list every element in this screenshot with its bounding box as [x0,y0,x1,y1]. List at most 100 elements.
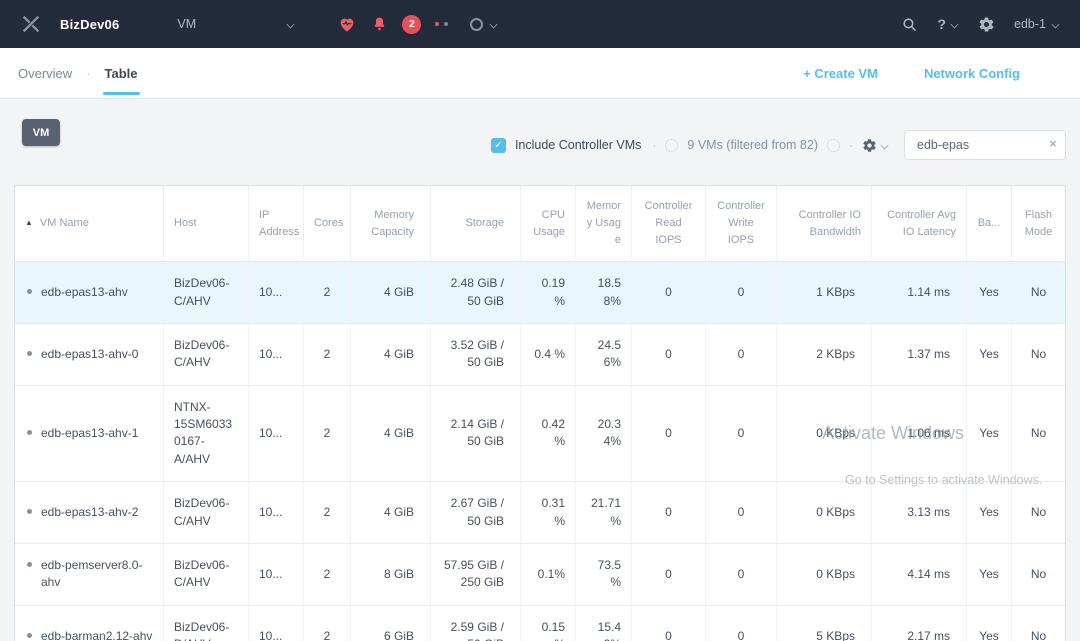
vm-name-cell: edb-epas13-ahv-2 [15,482,164,543]
column-header-memory-usage[interactable]: Memory Usage [576,186,632,261]
power-state-icon [27,562,32,567]
active-tab-underline [103,92,140,95]
cores-cell: 2 [304,324,351,385]
tab-overview[interactable]: Overview [18,48,72,98]
flash-mode-cell: No [1012,262,1065,323]
memory-capacity-cell: 4 GiB [351,482,431,543]
tab-table[interactable]: Table [105,48,138,98]
vm-search-input[interactable] [904,130,1066,160]
table-row[interactable]: edb-epas13-ahv-1 NTNX-15SM60330167-A/AHV… [15,386,1065,483]
entity-menu-dropdown[interactable]: VM [177,17,295,31]
separator-dot: · [652,138,656,152]
cluster-name[interactable]: BizDev06 [60,17,119,32]
flash-mode-cell: No [1012,482,1065,543]
alerts-bell-icon[interactable] [371,15,388,33]
vm-count-text: 9 VMs (filtered from 82) [687,138,818,152]
column-header-backup[interactable]: Ba... [967,186,1012,261]
column-header-cpu-usage[interactable]: CPU Usage [521,186,576,261]
controller-avg-io-latency-cell: 4.14 ms [872,544,967,605]
controller-write-iops-cell: 0 [706,262,777,323]
controller-read-iops-cell: 0 [632,482,706,543]
vm-name-cell: edb-pemserver8.0-ahv [15,544,164,605]
column-header-controller-io-bandwidth[interactable]: Controller IO Bandwidth [777,186,872,261]
controller-read-iops-cell: 0 [632,386,706,482]
table-row[interactable]: edb-pemserver8.0-ahv BizDev06-C/AHV 10..… [15,544,1065,606]
column-header-controller-avg-io-latency[interactable]: Controller Avg IO Latency [872,186,967,261]
storage-cell: 57.95 GiB / 250 GiB [431,544,521,605]
host-cell: BizDev06-C/AHV [164,544,249,605]
health-heart-icon[interactable] [337,15,357,34]
include-controller-vms-checkbox[interactable]: ✓ [491,138,506,153]
tasks-menu-dropdown[interactable] [470,18,498,31]
memory-usage-cell: 24.56% [576,324,632,385]
tab-table-label: Table [105,66,138,81]
table-row[interactable]: edb-epas13-ahv BizDev06-C/AHV 10... 2 4 … [15,262,1065,324]
cores-cell: 2 [304,606,351,641]
vm-entity-button[interactable]: VM [22,119,60,146]
tab-bar: Overview · Table + Create VM Network Con… [0,48,1080,99]
separator-dot: · [849,138,853,152]
vm-table: ▲ VM Name Host IP Address Cores Memory C… [14,185,1066,641]
include-controller-vms-label[interactable]: Include Controller VMs [515,138,641,152]
table-row[interactable]: edb-epas13-ahv-0 BizDev06-C/AHV 10... 2 … [15,324,1065,386]
controller-read-iops-cell: 0 [632,606,706,641]
ip-address-cell: 10... [249,544,304,605]
column-header-controller-read-iops[interactable]: Controller Read IOPS [632,186,706,261]
column-header-controller-write-iops[interactable]: Controller Write IOPS [706,186,777,261]
chevron-down-icon [1052,20,1060,28]
cpu-usage-cell: 0.42 % [521,386,576,482]
power-state-icon [27,351,32,356]
vm-name: edb-pemserver8.0-ahv [41,557,153,592]
chevron-down-icon [287,20,295,28]
controller-read-iops-cell: 0 [632,324,706,385]
vm-name-cell: edb-barman2.12-ahv [15,606,164,641]
controller-read-iops-cell: 0 [632,262,706,323]
table-row[interactable]: edb-barman2.12-ahv BizDev06-D/AHV 10... … [15,606,1065,641]
cores-cell: 2 [304,544,351,605]
table-settings-dropdown[interactable] [862,138,889,153]
user-menu-dropdown[interactable]: edb-1 [1014,17,1060,31]
column-header-ip-address[interactable]: IP Address [249,186,304,261]
column-header-vm-name[interactable]: ▲ VM Name [15,186,164,261]
flash-mode-cell: No [1012,324,1065,385]
create-vm-button[interactable]: + Create VM [803,66,878,81]
column-header-flash-mode[interactable]: Flash Mode [1012,186,1065,261]
cores-cell: 2 [304,386,351,482]
power-state-icon [27,289,32,294]
ip-address-cell: 10... [249,482,304,543]
column-header-cores[interactable]: Cores [304,186,351,261]
power-state-icon [27,430,32,435]
help-menu-dropdown[interactable]: ? [937,16,959,32]
memory-capacity-cell: 4 GiB [351,386,431,482]
clear-search-icon[interactable]: × [1049,136,1057,151]
entity-menu-label: VM [177,17,196,31]
flash-mode-cell: No [1012,544,1065,605]
table-row[interactable]: edb-epas13-ahv-2 BizDev06-C/AHV 10... 2 … [15,482,1065,544]
vm-name-cell: edb-epas13-ahv-1 [15,386,164,482]
controller-io-bandwidth-cell: 1 KBps [777,262,872,323]
nutanix-logo-icon[interactable] [20,13,42,35]
controller-io-bandwidth-cell: 5 KBps [777,606,872,641]
column-header-memory-capacity[interactable]: Memory Capacity [351,186,431,261]
search-icon[interactable] [901,16,918,33]
cpu-usage-cell: 0.19 % [521,262,576,323]
column-header-storage[interactable]: Storage [431,186,521,261]
navbar: BizDev06 VM 2 [0,0,1080,48]
vm-name: edb-epas13-ahv-0 [41,346,138,363]
controller-write-iops-cell: 0 [706,544,777,605]
backup-cell: Yes [967,482,1012,543]
alert-count-badge[interactable]: 2 [402,15,421,34]
vm-name: edb-epas13-ahv-1 [41,425,138,442]
column-header-host[interactable]: Host [164,186,249,261]
cores-cell: 2 [304,262,351,323]
flash-mode-cell: No [1012,606,1065,641]
host-cell: BizDev06-C/AHV [164,324,249,385]
toolbar: VM ✓ Include Controller VMs · 9 VMs (fil… [0,99,1080,185]
controller-io-bandwidth-cell: 2 KBps [777,324,872,385]
network-config-button[interactable]: Network Config [924,66,1020,81]
memory-usage-cell: 73.5 % [576,544,632,605]
host-cell: BizDev06-C/AHV [164,482,249,543]
settings-gear-icon[interactable] [978,16,995,33]
storage-cell: 2.67 GiB / 50 GiB [431,482,521,543]
power-state-icon [27,633,32,638]
